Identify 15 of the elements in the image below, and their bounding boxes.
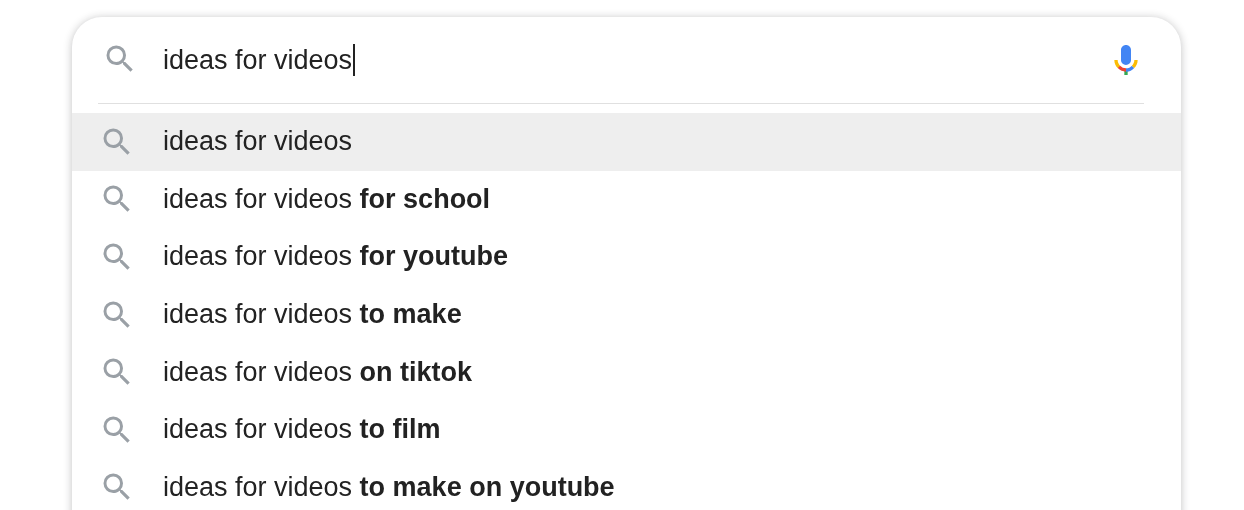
suggestion-text: ideas for videos to film (163, 414, 441, 446)
suggestion-text: ideas for videos to make (163, 299, 462, 331)
suggestion-item[interactable]: ideas for videos to film (72, 400, 1181, 459)
suggestion-text: ideas for videos for school (163, 183, 491, 215)
suggestion-item[interactable]: ideas for videos on tiktok (72, 343, 1181, 401)
suggestion-item[interactable]: ideas for videos for school (72, 170, 1181, 229)
suggestion-item[interactable]: ideas for videos (72, 113, 1181, 171)
suggestion-text: ideas for videos (163, 126, 353, 158)
suggestion-text: ideas for videos on tiktok (163, 356, 473, 388)
suggestion-item[interactable]: ideas for videos for youtube (72, 228, 1181, 286)
suggestion-item[interactable]: ideas for videos to make (72, 285, 1181, 344)
suggestion-text: ideas for videos to make on youtube (163, 471, 615, 503)
suggestion-text: ideas for videos for youtube (163, 241, 509, 273)
suggestion-item[interactable]: ideas for videos to make on youtube (72, 458, 1181, 510)
search-field[interactable]: ideas for videos (163, 44, 1106, 76)
